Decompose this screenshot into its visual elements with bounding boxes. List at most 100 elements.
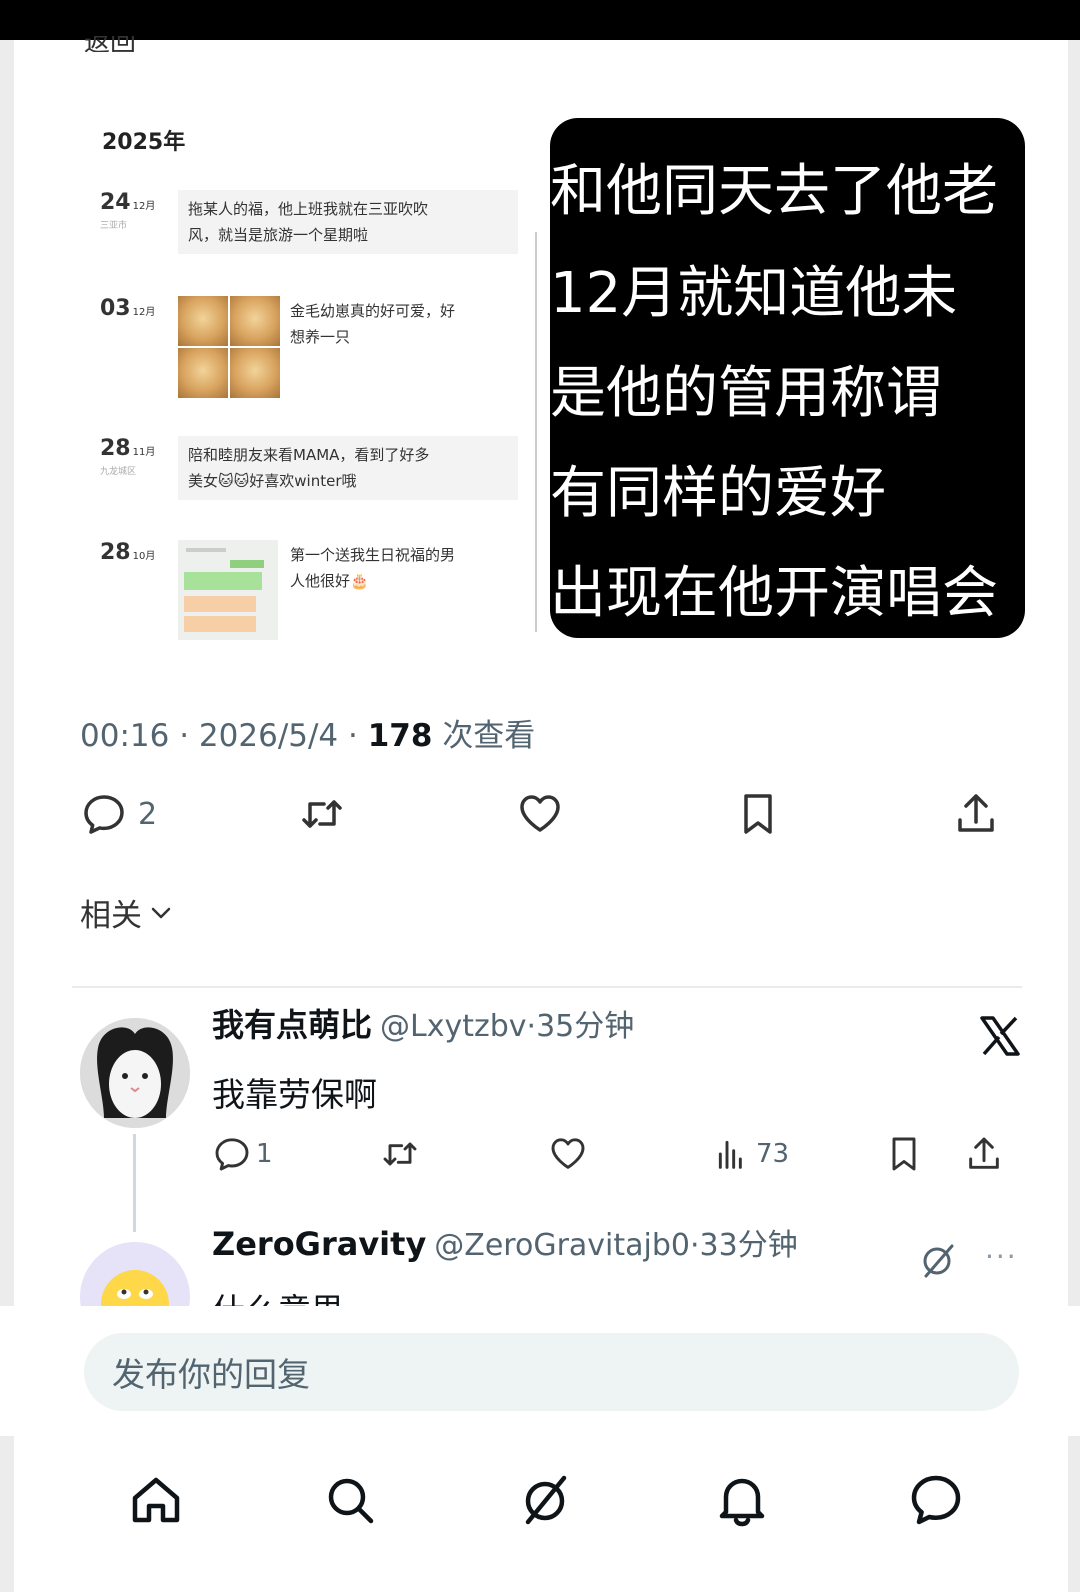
- reply-like-button[interactable]: [548, 1134, 588, 1174]
- thread-line: [133, 1134, 136, 1232]
- reply-header: ZeroGravity @ZeroGravitajb0·33分钟: [212, 1220, 798, 1264]
- moment-text: 陪和睦朋友来看MAMA，看到了好多 美女🐱🐱好喜欢winter哦: [178, 436, 518, 500]
- moment-location: 三亚市: [100, 221, 128, 231]
- reply-text-fragment: 什么意思: [212, 1290, 412, 1306]
- reply-count: 2: [138, 796, 158, 832]
- lyric-text-image: 和他同天去了他老 12月就知道他未 是他的管用称谓 有同样的爱好 出现在他开演唱…: [550, 118, 1025, 638]
- post-time: 00:16: [80, 718, 170, 754]
- lyric-line: 有同样的爱好: [550, 461, 886, 526]
- repost-button[interactable]: [298, 790, 346, 838]
- reply-input[interactable]: 发布你的回复: [84, 1333, 1019, 1411]
- related-label: 相关: [80, 898, 142, 934]
- reply-reply-button[interactable]: 1: [212, 1134, 273, 1174]
- moment-text: 金毛幼崽真的好可爱，好 想养一只: [290, 298, 520, 350]
- puppy-photo: [230, 348, 280, 398]
- notifications-icon[interactable]: [712, 1470, 772, 1530]
- chevron-down-icon: [151, 907, 171, 918]
- reply-icon: [84, 795, 124, 834]
- share-button[interactable]: [952, 790, 1000, 838]
- puppy-photos: [178, 296, 280, 398]
- reply-share-button[interactable]: [964, 1134, 1004, 1174]
- puppy-photo: [178, 296, 228, 346]
- related-toggle[interactable]: 相关: [80, 890, 174, 935]
- moment-day: 28: [100, 436, 131, 461]
- divider-line: [535, 232, 537, 632]
- repost-icon: [302, 800, 342, 828]
- status-bar: [0, 0, 1080, 40]
- search-icon[interactable]: [320, 1470, 380, 1530]
- reply-bookmark-button[interactable]: [884, 1134, 924, 1174]
- reply-time: ·33分钟: [690, 1228, 798, 1263]
- lyric-line: 出现在他开演唱会: [550, 561, 998, 626]
- moment-month: 12月: [132, 201, 156, 212]
- moment-text-line: 美女🐱🐱好喜欢winter哦: [188, 472, 357, 490]
- reply-repost-button[interactable]: [380, 1134, 420, 1174]
- bookmark-icon: [744, 794, 772, 834]
- post-date: 2026/5/4: [198, 718, 339, 754]
- reply-author-handle[interactable]: @ZeroGravitajb0: [434, 1228, 690, 1263]
- moment-text-line: 拖某人的福，他上班我就在三亚吹吹: [188, 200, 429, 218]
- moment-date: 24 12月: [100, 190, 155, 215]
- x-logo-icon[interactable]: [978, 1014, 1022, 1058]
- bookmark-button[interactable]: [734, 790, 782, 838]
- moment-text-line: 想养一只: [290, 328, 351, 346]
- post-meta: 00:16 · 2026/5/4 · 178 次查看: [80, 710, 535, 755]
- grok-icon[interactable]: [516, 1470, 576, 1530]
- meta-sep: ·: [348, 718, 358, 754]
- moments-year: 2025年: [102, 130, 186, 155]
- heart-icon: [520, 795, 560, 832]
- moment-month: 10月: [132, 551, 156, 562]
- messages-icon[interactable]: [906, 1470, 966, 1530]
- moment-day: 24: [100, 190, 131, 215]
- moment-date: 28 11月: [100, 436, 155, 461]
- heart-icon: [551, 1138, 585, 1169]
- grok-icon[interactable]: [918, 1240, 958, 1280]
- reply-header: 我有点萌比 @Lxytzbv·35分钟: [212, 1000, 634, 1046]
- reply-icon: [215, 1138, 249, 1171]
- puppy-photo: [178, 348, 228, 398]
- cat-avatar-image: [80, 1018, 190, 1128]
- reply-text: 我靠劳保啊: [212, 1075, 377, 1114]
- more-icon[interactable]: ···: [985, 1240, 1018, 1273]
- reply-actions: 1 73: [212, 1134, 1022, 1178]
- like-button[interactable]: [516, 790, 564, 838]
- moments-screenshot: 2025年 24 12月 三亚市 拖某人的福，他上班我就在三亚吹吹 风，就当是旅游…: [80, 112, 550, 652]
- reply-time: ·35分钟: [526, 1009, 635, 1044]
- back-button[interactable]: 返回: [84, 36, 204, 52]
- post-media[interactable]: 2025年 24 12月 三亚市 拖某人的福，他上班我就在三亚吹吹 风，就当是旅游…: [80, 112, 1025, 652]
- bookmark-icon: [892, 1137, 916, 1171]
- reply-author-name[interactable]: 我有点萌比: [212, 1006, 372, 1044]
- reply-views-button[interactable]: 73: [712, 1134, 789, 1174]
- lyric-line: 12月就知道他未: [550, 261, 958, 326]
- chat-screenshot-thumb: [178, 540, 278, 640]
- bottom-nav: [0, 1460, 1080, 1540]
- reply-author-handle[interactable]: @Lxytzbv: [380, 1009, 527, 1044]
- reply-reply-count: 1: [256, 1139, 273, 1169]
- reply-author-name[interactable]: ZeroGravity: [212, 1225, 426, 1263]
- reply-view-count: 73: [756, 1139, 790, 1169]
- moment-date: 28 10月: [100, 540, 155, 565]
- moment-text-line: 风，就当是旅游一个星期啦: [188, 226, 369, 244]
- repost-icon: [383, 1142, 417, 1166]
- reply-button[interactable]: 2: [80, 790, 157, 838]
- moment-text-line: 人他很好🎂: [290, 572, 369, 590]
- moment-text-line: 金毛幼崽真的好可爱，好: [290, 302, 456, 320]
- moment-text-line: 第一个送我生日祝福的男: [290, 546, 456, 564]
- share-icon: [969, 1137, 999, 1169]
- lyric-line: 是他的管用称谓: [550, 361, 942, 426]
- analytics-icon: [718, 1140, 742, 1169]
- avatar[interactable]: [80, 1018, 190, 1128]
- home-icon[interactable]: [126, 1470, 186, 1530]
- moment-text: 拖某人的福，他上班我就在三亚吹吹 风，就当是旅游一个星期啦: [178, 190, 518, 254]
- moment-month: 12月: [132, 307, 156, 318]
- moment-day: 28: [100, 540, 131, 565]
- lyric-line: 和他同天去了他老: [550, 159, 998, 224]
- moment-text: 第一个送我生日祝福的男 人他很好🎂: [290, 542, 520, 594]
- moment-day: 03: [100, 296, 131, 321]
- post-actions: 2: [80, 790, 1020, 850]
- view-label: 次查看: [442, 718, 536, 754]
- reply-text: 什么意思: [212, 1291, 344, 1306]
- view-count: 178: [367, 718, 433, 754]
- back-label: 返回: [84, 36, 137, 52]
- puppy-photo: [230, 296, 280, 346]
